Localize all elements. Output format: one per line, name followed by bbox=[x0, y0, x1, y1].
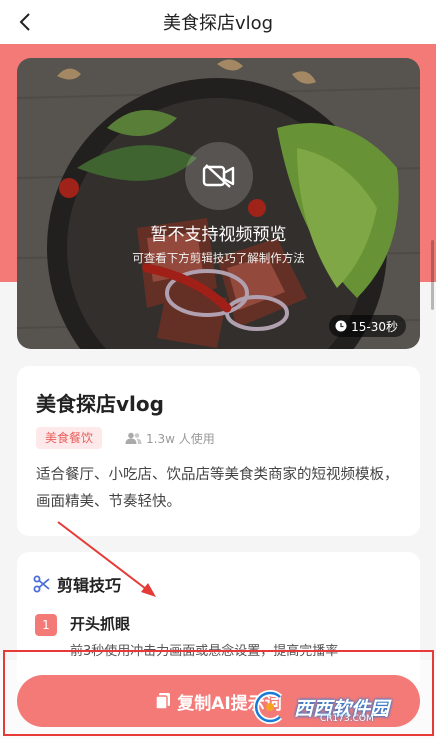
video-off-icon bbox=[202, 164, 235, 188]
duration-label: 15-30秒 bbox=[351, 319, 398, 334]
video-preview: 暂不支持视频预览 可查看下方剪辑技巧了解制作方法 15-30秒 bbox=[17, 58, 420, 349]
step-number: 1 bbox=[35, 614, 57, 636]
usage-count-label: 1.3w 人使用 bbox=[146, 431, 215, 446]
watermark-logo-icon bbox=[253, 690, 283, 724]
step-description: 前3秒使用冲击力画面或悬念设置，提高完播率 bbox=[70, 644, 339, 659]
site-watermark: 西西软件园 CR173.COM bbox=[250, 686, 420, 728]
users-icon bbox=[125, 432, 142, 444]
video-off-badge bbox=[185, 142, 253, 210]
usage-count: 1.3w 人使用 bbox=[125, 427, 215, 449]
step-title: 开头抓眼 bbox=[70, 615, 131, 633]
no-preview-hint: 可查看下方剪辑技巧了解制作方法 bbox=[132, 251, 305, 265]
template-title: 美食探店vlog bbox=[36, 392, 164, 416]
chevron-left-icon bbox=[19, 13, 30, 31]
no-preview-message: 暂不支持视频预览 bbox=[150, 225, 287, 245]
tips-header: 剪辑技巧 bbox=[33, 572, 121, 596]
template-description: 适合餐厅、小吃店、饮品店等美食类商家的短视频模板，画面精美、节奏轻快。 bbox=[36, 467, 399, 510]
scrollbar[interactable] bbox=[431, 240, 434, 310]
copy-icon bbox=[155, 693, 171, 710]
scissors-icon bbox=[33, 575, 50, 593]
back-button[interactable] bbox=[8, 4, 44, 40]
clock-icon bbox=[335, 320, 347, 332]
duration-badge: 15-30秒 bbox=[329, 315, 406, 337]
category-tag: 美食餐饮 bbox=[36, 427, 103, 449]
page-title: 美食探店vlog bbox=[162, 13, 274, 34]
tips-title: 剪辑技巧 bbox=[57, 576, 122, 595]
template-info-card: 美食探店vlog 美食餐饮 1.3w 人使用 适合餐厅、小吃店、饮品店等美食类商… bbox=[17, 366, 420, 536]
top-navigation-bar: 美食探店vlog bbox=[0, 0, 436, 44]
watermark-site: CR173.COM bbox=[320, 714, 374, 724]
